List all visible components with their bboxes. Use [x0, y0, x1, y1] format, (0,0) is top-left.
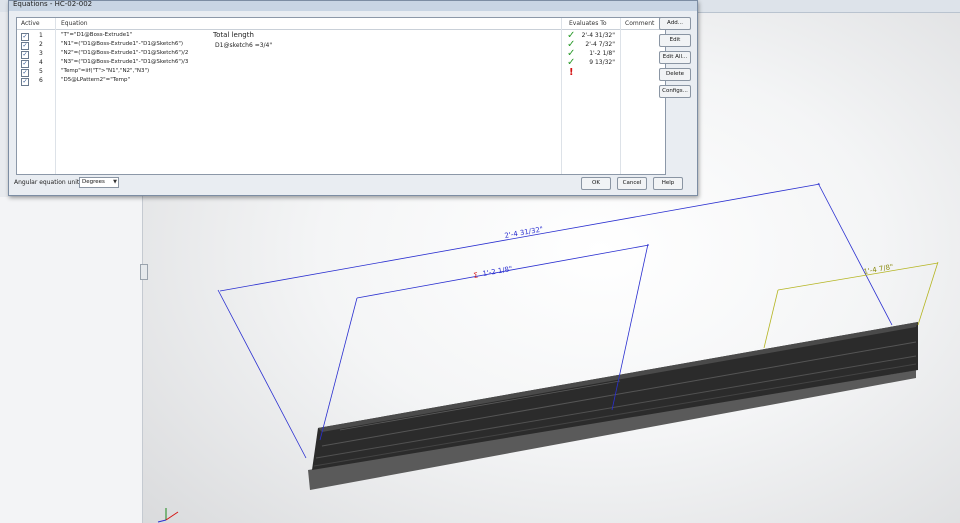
row-number: 6 [39, 77, 43, 84]
equation-text[interactable]: "D5@LPattern2"="Temp" [61, 77, 130, 83]
active-checkbox[interactable]: ✓ [21, 60, 29, 68]
angular-unit-select[interactable]: Degrees ▼ [79, 177, 119, 188]
dim-total-extension-right [817, 182, 893, 326]
dim-right-extension-left [763, 289, 779, 349]
configs-button[interactable]: Configs... [659, 85, 691, 98]
equation-text[interactable]: "N1"=("D1@Boss-Extrude1"-"D1@Sketch6") [61, 41, 183, 47]
active-checkbox[interactable]: ✓ [21, 51, 29, 59]
delete-button[interactable]: Delete [659, 68, 691, 81]
dialog-title: Equations - HC-02-002 [13, 0, 93, 8]
ok-button[interactable]: OK [581, 177, 611, 190]
dialog-titlebar[interactable]: Equations - HC-02-002 [9, 0, 697, 11]
row-number: 2 [39, 41, 43, 48]
header-evaluates-to[interactable]: Evaluates To [569, 20, 607, 27]
equation-row[interactable]: ✓ 5 "Temp"=iif("T">"N1","N2","N3") ! [17, 67, 665, 78]
equations-dialog[interactable]: Equations - HC-02-002 Active Equation Ev… [8, 0, 698, 196]
cancel-button[interactable]: Cancel [617, 177, 647, 190]
header-comment[interactable]: Comment [625, 20, 654, 27]
dim-right-line[interactable] [777, 262, 939, 291]
header-equation[interactable]: Equation [61, 20, 88, 27]
view-triad-icon[interactable] [157, 508, 179, 523]
equation-note[interactable]: Total length [213, 31, 254, 39]
dim-right-label[interactable]: 1'-4 7/8" [863, 263, 894, 276]
chevron-down-icon: ▼ [113, 179, 117, 185]
header-active[interactable]: Active [21, 20, 40, 27]
dim-total-label[interactable]: 2'-4 31/32" [504, 225, 544, 240]
equation-text[interactable]: "Temp"=iif("T">"N1","N2","N3") [61, 68, 149, 74]
dim-total-extension-left [217, 289, 307, 459]
active-checkbox[interactable]: ✓ [21, 78, 29, 86]
dim-middle-extension-left [319, 297, 358, 441]
equation-text[interactable]: "T"="D1@Boss-Extrude1" [61, 32, 132, 38]
add-button[interactable]: Add... [659, 17, 691, 30]
dim-middle-prefix: Σ [473, 271, 479, 280]
equations-table[interactable]: Active Equation Evaluates To Comment ✓ 1… [16, 17, 666, 175]
row-number: 4 [39, 59, 43, 66]
row-number: 1 [39, 32, 43, 39]
row-number: 5 [39, 68, 43, 75]
equation-row[interactable]: ✓ 4 "N3"=("D1@Boss-Extrude1"-"D1@Sketch6… [17, 57, 665, 68]
edit-all-button[interactable]: Edit All... [659, 51, 691, 64]
angular-unit-label: Angular equation unit [14, 179, 80, 186]
equation-row[interactable]: ✓ 6 "D5@LPattern2"="Temp" [17, 77, 665, 86]
equation-text[interactable]: "N3"=("D1@Boss-Extrude1"-"D1@Sketch6")/3 [61, 59, 188, 65]
evaluates-to-value: 2'-4 7/32" [585, 41, 615, 48]
dim-right-extension-right [917, 261, 939, 326]
evaluates-to-value: 1'-2 1/8" [589, 50, 615, 57]
row-number: 3 [39, 50, 43, 57]
edit-button[interactable]: Edit [659, 34, 691, 47]
active-checkbox[interactable]: ✓ [21, 69, 29, 77]
angular-unit-value: Degrees [82, 179, 105, 185]
dim-total-line[interactable] [219, 183, 821, 292]
evaluates-to-value: 9 13/32" [589, 59, 615, 66]
equation-text[interactable]: "N2"=("D1@Boss-Extrude1"-"D1@Sketch6")/2 [61, 50, 188, 56]
help-button[interactable]: Help [653, 177, 683, 190]
evaluates-to-value: 2'-4 31/32" [581, 32, 615, 39]
active-checkbox[interactable]: ✓ [21, 33, 29, 41]
equation-note[interactable]: D1@sketch6 =3/4" [215, 42, 272, 49]
dim-middle-label[interactable]: 1'-2 1/8" [482, 265, 513, 278]
part-edge-2 [315, 355, 917, 459]
active-checkbox[interactable]: ✓ [21, 42, 29, 50]
